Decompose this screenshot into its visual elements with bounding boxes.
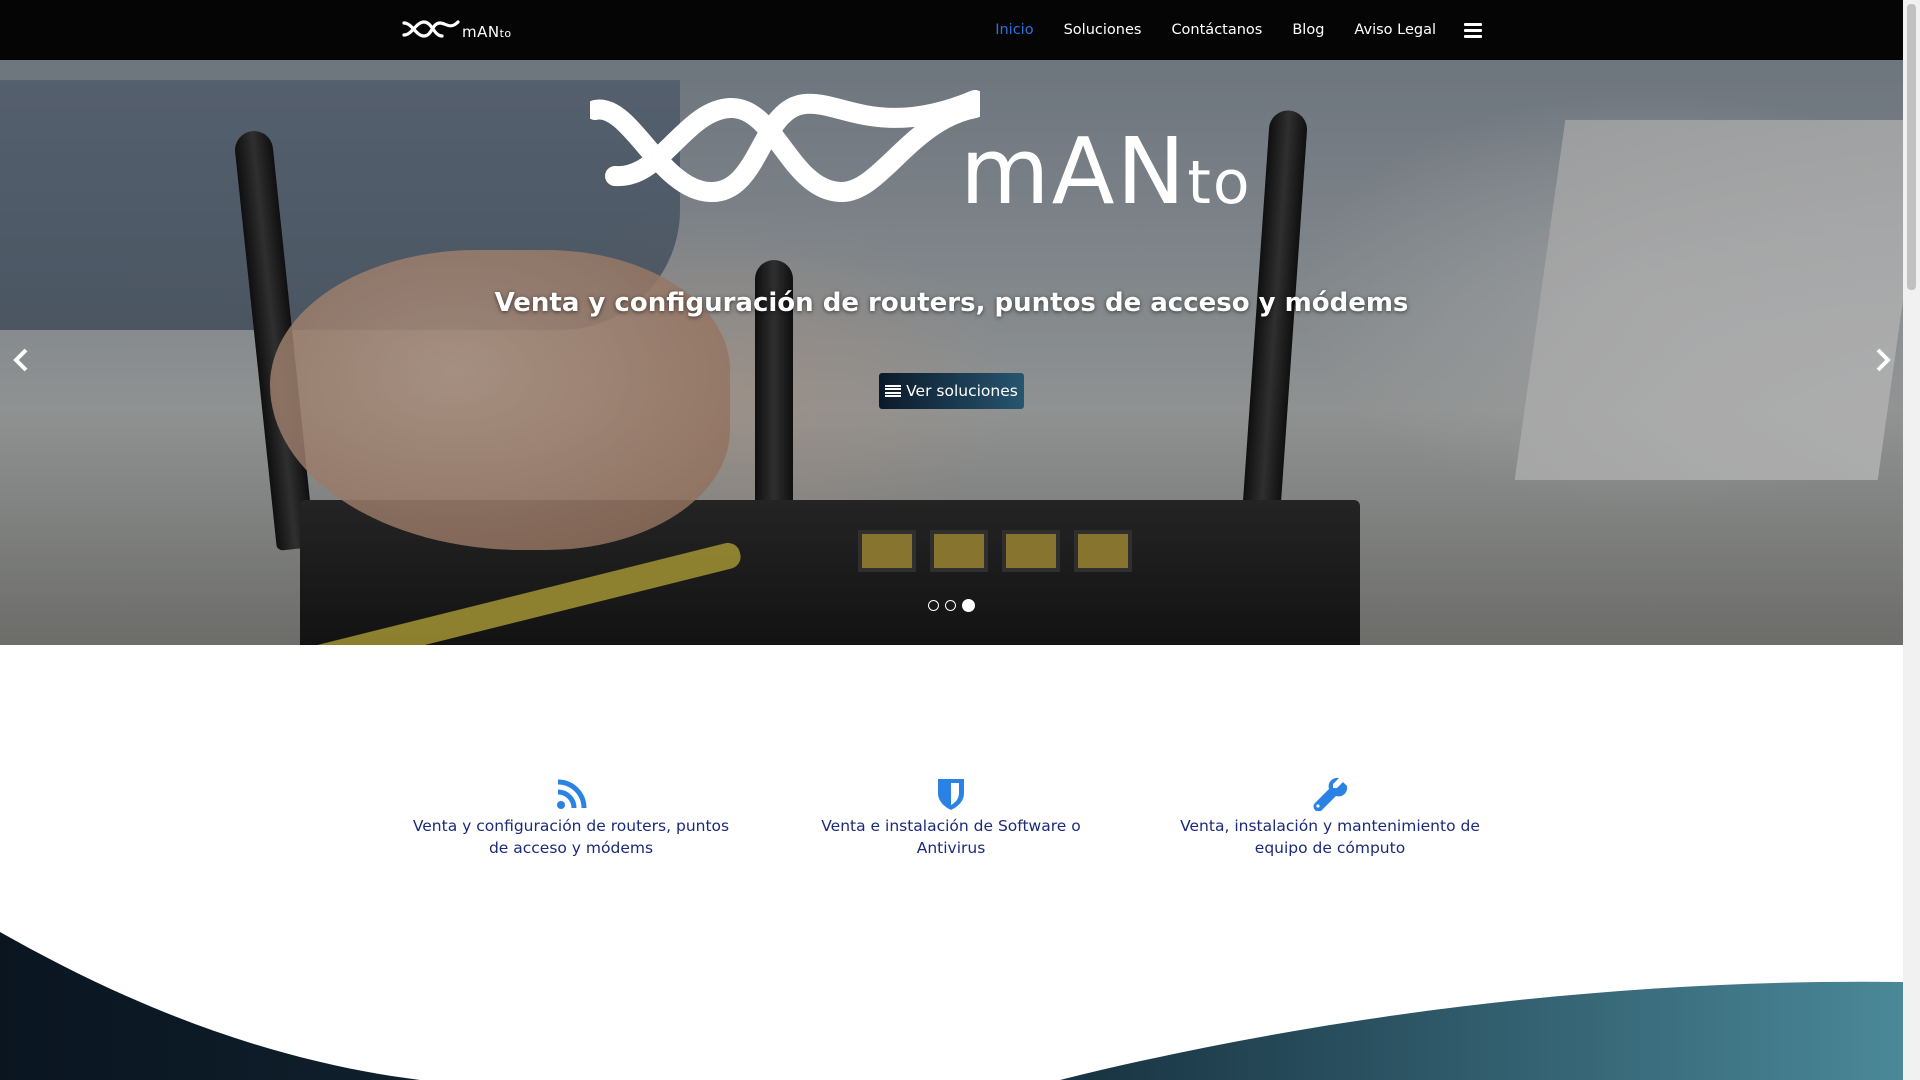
feature-item: Venta, instalación y mantenimiento de eq… — [1165, 775, 1495, 859]
carousel-prev-button[interactable] — [10, 347, 32, 373]
nav-item-aviso-legal[interactable]: Aviso Legal — [1354, 22, 1436, 38]
carousel-indicators — [928, 599, 975, 612]
hamburger-icon[interactable] — [1464, 22, 1482, 38]
shield-icon — [938, 779, 964, 810]
feature-text: Venta y configuración de routers, puntos… — [412, 817, 730, 857]
wrench-icon — [1313, 777, 1347, 811]
hero-caption: Venta y configuración de routers, puntos… — [494, 288, 1409, 318]
page: mANto Inicio Soluciones Contáctanos Blog… — [0, 0, 1903, 1080]
feature-text: Venta e instalación de Software o Antivi… — [821, 817, 1081, 857]
feature-item: Venta y configuración de routers, puntos… — [406, 775, 736, 859]
feature-text: Venta, instalación y mantenimiento de eq… — [1180, 817, 1480, 857]
nav-item-soluciones[interactable]: Soluciones — [1064, 22, 1142, 38]
feature-item: Venta e instalación de Software o Antivi… — [786, 775, 1116, 859]
carousel-next-button[interactable] — [1872, 347, 1894, 373]
carousel-dot-3[interactable] — [962, 599, 975, 612]
rss-icon — [557, 779, 587, 809]
carousel-dot-2[interactable] — [945, 600, 956, 611]
ver-soluciones-button[interactable]: Ver soluciones — [879, 373, 1024, 409]
page-scrollbar[interactable] — [1903, 0, 1920, 1080]
scrollbar-thumb[interactable] — [1907, 4, 1916, 290]
hero-carousel: mANto Venta y configuración de routers, … — [0, 60, 1903, 645]
nav-item-blog[interactable]: Blog — [1292, 22, 1324, 38]
ver-soluciones-label: Ver soluciones — [906, 382, 1018, 400]
logo-wave-icon — [402, 20, 460, 38]
list-icon — [885, 385, 902, 397]
hero-logo: mANto — [585, 80, 1250, 230]
nav-item-contactanos[interactable]: Contáctanos — [1171, 22, 1262, 38]
chevron-right-icon — [1876, 348, 1891, 372]
chevron-left-icon — [13, 348, 28, 372]
nav-item-inicio[interactable]: Inicio — [995, 22, 1033, 38]
hero-logo-text: mANto — [960, 118, 1252, 225]
footer-wave — [0, 932, 1903, 1080]
nav-logo-text: mANto — [462, 23, 512, 41]
features-section: Venta y configuración de routers, puntos… — [0, 645, 1903, 945]
logo-wave-icon — [585, 90, 985, 202]
nav-logo[interactable]: mANto — [402, 14, 512, 44]
nav-menu: Inicio Soluciones Contáctanos Blog Aviso… — [965, 0, 1482, 60]
top-navbar: mANto Inicio Soluciones Contáctanos Blog… — [0, 0, 1903, 60]
carousel-dot-1[interactable] — [928, 600, 939, 611]
